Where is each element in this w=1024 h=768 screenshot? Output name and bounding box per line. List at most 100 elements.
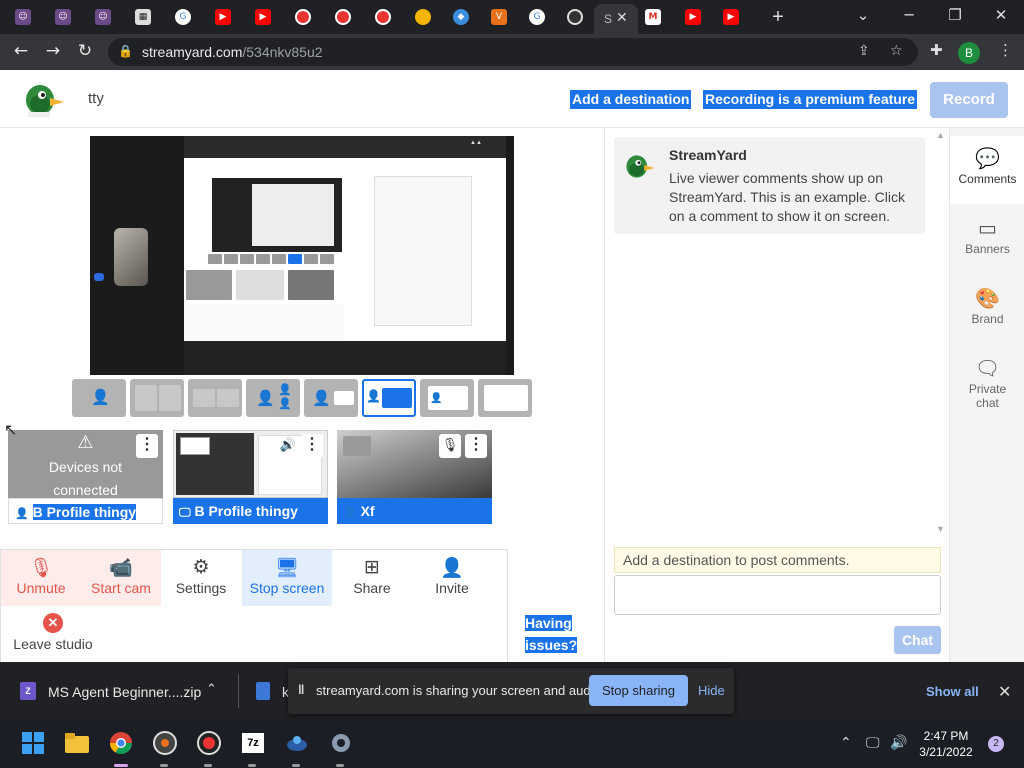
chrome-taskbar-icon[interactable] — [108, 730, 134, 756]
participant-tile[interactable]: 🔊 ⋮ 🖵 B Profile thingy — [173, 430, 328, 524]
scroll-down-icon[interactable]: ▼ — [936, 524, 945, 534]
browser-tab[interactable]: G — [170, 6, 196, 28]
layout-screen-pip-button[interactable]: 👤 — [420, 379, 474, 417]
minimize-icon[interactable]: ─ — [894, 6, 924, 24]
browser-tab[interactable] — [330, 6, 356, 28]
recorder-app-icon[interactable] — [196, 730, 222, 756]
layout-screen-small-button[interactable]: 👤 — [304, 379, 358, 417]
forward-icon[interactable]: → — [42, 41, 64, 61]
add-destination-button[interactable]: Add a destination — [570, 90, 692, 109]
browser-tab[interactable]: M — [640, 6, 666, 28]
system-clock[interactable]: 2:47 PM 3/21/2022 — [916, 728, 976, 760]
comment-item[interactable]: StreamYard Live viewer comments show up … — [614, 137, 925, 234]
microphone-icon[interactable]: 🎙 — [439, 434, 461, 458]
browser-tab[interactable]: ▶ — [210, 6, 236, 28]
tab-search-icon[interactable]: ⌄ — [848, 6, 878, 24]
browser-tab[interactable] — [290, 6, 316, 28]
participant-options-icon[interactable]: ⋮ — [136, 434, 158, 458]
reload-icon[interactable]: ↻ — [74, 41, 96, 61]
side-panel-tabs: 💬 Comments ▭ Banners 🎨 Brand 🗨 Private chat — [949, 128, 1024, 662]
unmute-button[interactable]: 🎙 Unmute — [1, 550, 81, 606]
leave-studio-button[interactable]: ✕ Leave studio — [7, 613, 99, 652]
profile-avatar[interactable]: B — [958, 42, 980, 64]
chevron-up-icon[interactable]: ⌃ — [206, 682, 217, 697]
layout-leader-button[interactable]: 👤 👤 👤 — [246, 379, 300, 417]
address-bar[interactable]: 🔒 streamyard.com/534nkv85u2 ⇪ ☆ — [108, 38, 918, 66]
chat-send-button[interactable]: Chat — [894, 626, 941, 654]
new-tab-icon[interactable]: + — [768, 6, 788, 29]
browser-tab[interactable]: ☺ — [90, 6, 116, 28]
layout-cropped-button[interactable] — [130, 379, 184, 417]
browser-tab[interactable] — [410, 6, 436, 28]
speaker-icon: 🔊 — [279, 438, 297, 453]
app-icon[interactable] — [284, 730, 310, 756]
chat-input[interactable] — [614, 575, 941, 615]
close-icon[interactable]: ✕ — [998, 682, 1011, 701]
chrome-icon — [567, 9, 583, 25]
volume-icon[interactable]: 🔊 — [890, 735, 907, 751]
layout-screen-full-button[interactable] — [478, 379, 532, 417]
browser-tab[interactable]: ▶ — [718, 6, 744, 28]
close-window-icon[interactable]: ✕ — [986, 6, 1016, 24]
media-app-icon[interactable] — [152, 730, 178, 756]
browser-tab[interactable]: ☺ — [10, 6, 36, 28]
browser-tab[interactable]: V — [486, 6, 512, 28]
youtube-icon: ▶ — [215, 9, 231, 25]
recording-premium-link[interactable]: Recording is a premium feature — [703, 90, 918, 109]
7zip-icon[interactable]: 7z — [240, 730, 266, 756]
back-icon[interactable]: ← — [10, 41, 32, 61]
scroll-up-icon[interactable]: ▲ — [936, 130, 945, 140]
start-cam-button[interactable]: 📹 Start cam — [81, 550, 161, 606]
settings-app-icon[interactable] — [328, 730, 354, 756]
chevron-up-icon[interactable]: ⌃ — [840, 735, 852, 751]
participant-name: 👤 Xf — [337, 498, 492, 524]
share-icon[interactable]: ⇪ — [858, 43, 870, 59]
layout-screen-side-button[interactable]: 👤 — [362, 379, 416, 417]
notification-badge[interactable]: 2 — [988, 736, 1004, 752]
browser-tab[interactable] — [370, 6, 396, 28]
layout-group-button[interactable] — [188, 379, 242, 417]
person-icon: 👤 — [256, 389, 275, 407]
browser-tab[interactable]: ☺ — [50, 6, 76, 28]
share-button[interactable]: ⊞ Share — [332, 550, 412, 606]
hide-link[interactable]: Hide — [698, 683, 725, 698]
invite-button[interactable]: 👤 Invite — [412, 550, 492, 606]
participant-tile[interactable]: ⚠ Devices not connected ⋮ 👤 B Profile thi… — [8, 430, 163, 524]
browser-tab[interactable]: ▶ — [680, 6, 706, 28]
show-all-link[interactable]: Show all — [926, 684, 979, 699]
participant-options-icon[interactable]: ⋮ — [465, 434, 487, 458]
browser-tab-active[interactable]: S ✕ — [594, 4, 638, 34]
participant-tile[interactable]: 🎙 ⋮ 👤 Xf — [337, 430, 492, 524]
network-icon[interactable]: 🖵 — [866, 735, 880, 751]
participant-options-icon[interactable]: ⋮ — [301, 434, 323, 458]
stop-screen-button[interactable]: 🖥 Stop screen — [242, 550, 332, 606]
browser-tab[interactable]: ◆ — [448, 6, 474, 28]
download-item[interactable]: MS Agent Beginner....zip — [48, 684, 201, 700]
settings-button[interactable]: ⚙ Settings — [161, 550, 241, 606]
close-tab-icon[interactable]: ✕ — [616, 9, 628, 26]
studio-title[interactable]: tty — [88, 90, 104, 107]
tab-banners[interactable]: ▭ Banners — [950, 206, 1024, 274]
streamyard-logo-icon — [26, 85, 64, 117]
star-icon[interactable]: ☆ — [890, 43, 903, 59]
layout-solo-button[interactable]: 👤 — [72, 379, 126, 417]
person-icon: 👤 — [312, 389, 331, 407]
browser-tab[interactable] — [562, 6, 588, 28]
tab-comments[interactable]: 💬 Comments — [950, 136, 1024, 204]
record-button[interactable]: Record — [930, 82, 1008, 118]
tab-favicon-icon: ☺ — [15, 9, 31, 25]
file-explorer-icon[interactable] — [64, 730, 90, 756]
browser-tab[interactable]: G — [524, 6, 550, 28]
browser-tab[interactable]: ▦ — [130, 6, 156, 28]
restore-icon[interactable]: ❐ — [940, 6, 970, 24]
extensions-icon[interactable]: ✚ — [930, 41, 943, 59]
stop-sharing-button[interactable]: Stop sharing — [589, 675, 688, 706]
windows-start-icon[interactable] — [20, 730, 46, 756]
kebab-menu-icon[interactable]: ⋮ — [998, 41, 1013, 59]
tab-brand[interactable]: 🎨 Brand — [950, 276, 1024, 344]
record-icon — [335, 9, 351, 25]
tab-private-chat[interactable]: 🗨 Private chat — [950, 346, 1024, 426]
browser-tab[interactable]: ▶ — [250, 6, 276, 28]
person-icon: 👤 — [343, 506, 357, 519]
having-issues-link[interactable]: Having issues? — [525, 612, 578, 656]
